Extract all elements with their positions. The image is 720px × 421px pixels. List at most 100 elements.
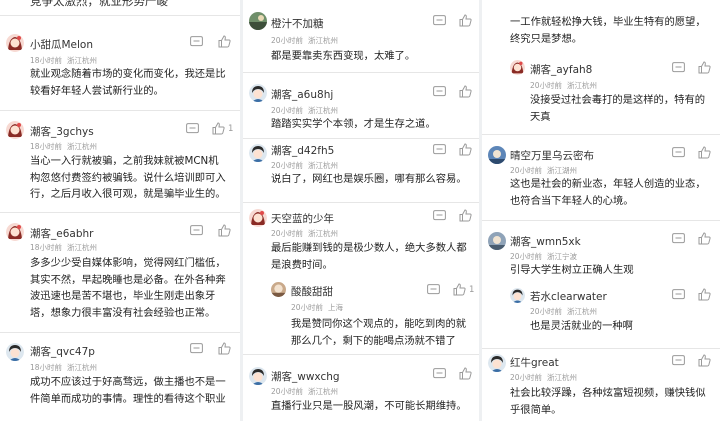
username[interactable]: 橙汁不加糖 (271, 16, 324, 31)
comment-meta: 20小时前 上海 (291, 302, 348, 313)
timestamp: 20小时前 (530, 307, 563, 316)
timestamp: 20小时前 (530, 81, 563, 90)
photo-avatar[interactable] (249, 12, 267, 30)
like-icon[interactable] (218, 224, 231, 237)
comment-text: 多多少少受自媒体影响，觉得网红门槛低， 其实不然，早起晚睡也是必备。在外各种奔 波迅… (30, 257, 226, 319)
boy-avatar[interactable] (510, 288, 525, 303)
username[interactable]: 若水clearwater (530, 289, 607, 304)
like-count: 1 (228, 124, 234, 134)
reply-icon[interactable] (190, 343, 203, 355)
location: 浙江杭州 (308, 387, 339, 396)
timestamp: 20小时前 (271, 229, 304, 238)
like-icon[interactable] (459, 367, 472, 380)
like-icon[interactable] (459, 14, 472, 27)
reply-icon[interactable] (433, 144, 446, 156)
comment-text: 最后能赚到钱的是极少数人，绝大多数人都 是浪费时间。 (271, 242, 467, 271)
username[interactable]: 小甜瓜Melon (30, 37, 93, 52)
reply-icon[interactable] (672, 355, 685, 367)
location: 浙江杭州 (67, 243, 98, 252)
photo-avatar[interactable] (488, 232, 506, 250)
comment-item: 潮客_qvc47p 18小时前 浙江杭州 成功不应该过于好高骛远，做主播也不是一件… (0, 332, 240, 421)
like-icon[interactable] (218, 35, 231, 48)
boy-avatar[interactable] (249, 84, 267, 102)
comment-column-3: 一工作就轻松挣大钱，毕业生特有的愿望， 终究只是梦想。 潮客_ayfah8 20小… (482, 0, 720, 421)
like-icon[interactable] (459, 85, 472, 98)
timestamp: 20小时前 (291, 303, 324, 312)
username[interactable]: 潮客_a6u8hj (271, 87, 333, 102)
comment-item: 潮客_d42fh5 20小时前 浙江杭州 说白了，网红也是娱乐圈，哪有那么容易。 (243, 138, 479, 203)
comment-text: 我是赞同你这个观点的，能吃到肉的就 那么几个，剩下的能喝点汤就不错了 (291, 318, 467, 347)
username[interactable]: 红牛great (510, 355, 559, 370)
timestamp: 18小时前 (30, 142, 63, 151)
reply-icon[interactable] (190, 225, 203, 237)
girl-avatar[interactable] (510, 60, 525, 75)
girl-avatar[interactable] (6, 223, 24, 241)
username[interactable]: 晴空万里乌云密布 (510, 148, 594, 163)
girl-avatar[interactable] (6, 121, 24, 139)
like-icon[interactable] (459, 209, 472, 222)
comment-meta: 20小时前 浙江杭州 (271, 386, 343, 397)
comment-text: 说白了，网红也是娱乐圈，哪有那么容易。 (271, 173, 467, 185)
like-icon[interactable] (698, 354, 711, 367)
reply-icon[interactable] (433, 86, 446, 98)
like-icon[interactable] (212, 122, 225, 135)
timestamp: 20小时前 (271, 387, 304, 396)
username[interactable]: 潮客_d42fh5 (271, 143, 334, 158)
comment-item: 潮客_wmn5xk 20小时前 浙江宁波 引导大学生树立正确人生观 若水clear… (482, 220, 720, 349)
reply-icon[interactable] (186, 123, 199, 135)
photo-avatar[interactable] (271, 282, 286, 297)
comment-item: 潮客_a6u8hj 20小时前 浙江杭州 踏踏实实学个本领，才是生存之道。 (243, 72, 479, 139)
location: 浙江宁波 (547, 252, 578, 261)
like-icon[interactable] (459, 143, 472, 156)
timestamp: 18小时前 (30, 363, 63, 372)
comment-meta: 20小时前 浙江杭州 (271, 160, 343, 171)
username[interactable]: 潮客_qvc47p (30, 344, 95, 359)
girl-avatar[interactable] (6, 34, 24, 52)
username[interactable]: 潮客_wmn5xk (510, 234, 581, 249)
reply-icon[interactable] (427, 284, 440, 296)
comment-text: 都是要靠卖东西变现，太难了。 (271, 50, 416, 62)
username[interactable]: 潮客_ayfah8 (530, 62, 592, 77)
photo-avatar[interactable] (488, 146, 506, 164)
location: 浙江杭州 (567, 307, 598, 316)
username[interactable]: 潮客_3gchys (30, 124, 94, 139)
reply-icon[interactable] (190, 36, 203, 48)
reply-icon[interactable] (672, 289, 685, 301)
location: 浙江杭州 (308, 229, 339, 238)
reply-icon[interactable] (433, 210, 446, 222)
comment-text: 踏踏实实学个本领，才是生存之道。 (271, 118, 436, 130)
reply-icon[interactable] (672, 233, 685, 245)
comment-column-1: 竞争太激烈，就业形势严峻 小甜瓜Melon 18小时前 浙江杭州 就业观念随着市场… (0, 0, 240, 421)
comment-meta: 18小时前 浙江杭州 (30, 55, 102, 66)
like-icon[interactable] (698, 146, 711, 159)
reply-icon[interactable] (433, 368, 446, 380)
comment-meta: 20小时前 浙江湖州 (510, 165, 582, 176)
comment-meta: 20小时前 浙江杭州 (510, 372, 582, 383)
comment-column-2: 橙汁不加糖 20小时前 浙江杭州 都是要靠卖东西变现，太难了。 潮客_a6u8hj… (243, 0, 479, 421)
cut-off-comment-text: 竞争太激烈，就业形势严峻 (30, 0, 168, 8)
comment-meta: 18小时前 浙江杭州 (30, 141, 102, 152)
location: 浙江杭州 (308, 106, 339, 115)
username[interactable]: 潮客_e6abhr (30, 226, 93, 241)
reply-icon[interactable] (672, 147, 685, 159)
boy-avatar[interactable] (488, 354, 506, 372)
username[interactable]: 潮客_wwxchg (271, 369, 340, 384)
girl-avatar[interactable] (249, 209, 267, 227)
like-icon[interactable] (698, 232, 711, 245)
reply-icon[interactable] (433, 15, 446, 27)
comment-text: 当心一入行就被骗，之前我妹就被MCN机 构忽悠付费签约被骗钱。说什么培训即可入 行，… (30, 155, 226, 200)
boy-avatar[interactable] (249, 367, 267, 385)
like-icon[interactable] (698, 61, 711, 74)
like-icon[interactable] (453, 283, 466, 296)
like-icon[interactable] (218, 342, 231, 355)
like-icon[interactable] (698, 288, 711, 301)
reply-icon[interactable] (672, 62, 685, 74)
timestamp: 20小时前 (510, 252, 543, 261)
comment-meta: 20小时前 浙江杭州 (271, 228, 343, 239)
boy-avatar[interactable] (249, 144, 267, 162)
username[interactable]: 酸酸甜甜 (291, 284, 333, 299)
username[interactable]: 天空蓝的少年 (271, 211, 334, 226)
comment-meta: 20小时前 浙江宁波 (510, 251, 582, 262)
boy-avatar[interactable] (6, 343, 24, 361)
comment-text: 这也是社会的新业态，年轻人创造的业态， 也符合当下年轻人的心境。 (510, 178, 706, 207)
